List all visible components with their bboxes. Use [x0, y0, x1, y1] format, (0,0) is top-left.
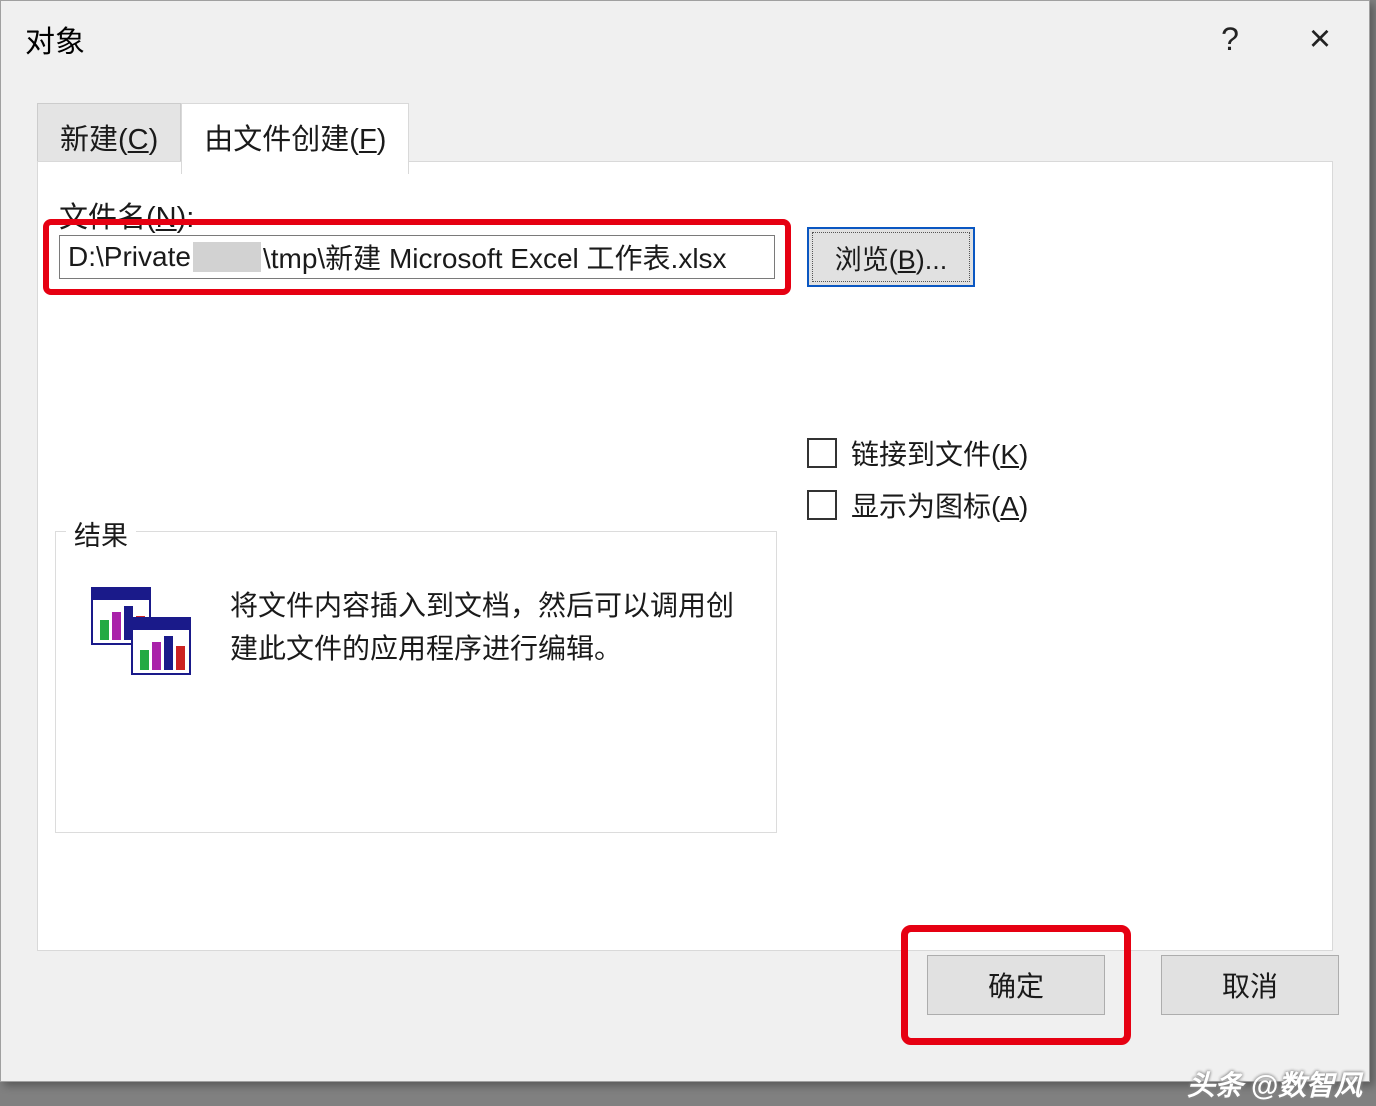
result-group: 结果 将文件内容插入到文档，然后可以调用创建此文件 — [55, 531, 777, 833]
filename-highlight: D:\Private \tmp\新建 Microsoft Excel 工作表.x… — [43, 219, 791, 295]
filename-value-suffix: \tmp\新建 Microsoft Excel 工作表.xlsx — [263, 237, 727, 277]
object-dialog: 对象 ? × 新建(C) 由文件创建(F) 文件名(N): D:\Private… — [0, 0, 1370, 1082]
dialog-button-bar: 确定 取消 — [901, 925, 1339, 1045]
link-to-file-label: 链接到文件(K) — [851, 433, 1028, 473]
filename-value-prefix: D:\Private — [68, 241, 191, 273]
display-as-icon-label: 显示为图标(A) — [851, 485, 1028, 525]
cancel-button[interactable]: 取消 — [1161, 955, 1339, 1015]
watermark-text: 头条 @数智风 — [1187, 1064, 1362, 1104]
browse-button-label: 浏览(B)... — [835, 238, 948, 277]
tab-from-file-hotkey: F — [359, 124, 377, 156]
result-chart-icon — [86, 584, 206, 684]
ok-button-highlight: 确定 — [901, 925, 1131, 1045]
checkbox-box-icon — [807, 438, 837, 468]
dialog-title: 对象 — [25, 17, 85, 61]
tab-new-label: 新建(C) — [60, 124, 158, 156]
result-content: 将文件内容插入到文档，然后可以调用创建此文件的应用程序进行编辑。 — [86, 584, 746, 684]
checkbox-box-icon — [807, 490, 837, 520]
close-icon[interactable]: × — [1295, 14, 1345, 64]
result-legend: 结果 — [66, 514, 136, 553]
help-icon[interactable]: ? — [1205, 14, 1255, 64]
redacted-segment — [193, 242, 261, 272]
link-to-file-checkbox[interactable]: 链接到文件(K) — [807, 433, 1028, 473]
browse-button[interactable]: 浏览(B)... — [812, 232, 970, 282]
ok-button[interactable]: 确定 — [927, 955, 1105, 1015]
tab-new-hotkey: C — [128, 124, 149, 156]
result-description: 将文件内容插入到文档，然后可以调用创建此文件的应用程序进行编辑。 — [230, 584, 746, 684]
display-as-icon-checkbox[interactable]: 显示为图标(A) — [807, 485, 1028, 525]
tab-from-file-label: 由文件创建(F) — [204, 124, 386, 156]
filename-input[interactable]: D:\Private \tmp\新建 Microsoft Excel 工作表.x… — [59, 235, 775, 279]
tab-from-file[interactable]: 由文件创建(F) — [181, 103, 409, 174]
titlebar: 对象 ? × — [1, 1, 1369, 77]
browse-button-focus-ring: 浏览(B)... — [807, 227, 975, 287]
